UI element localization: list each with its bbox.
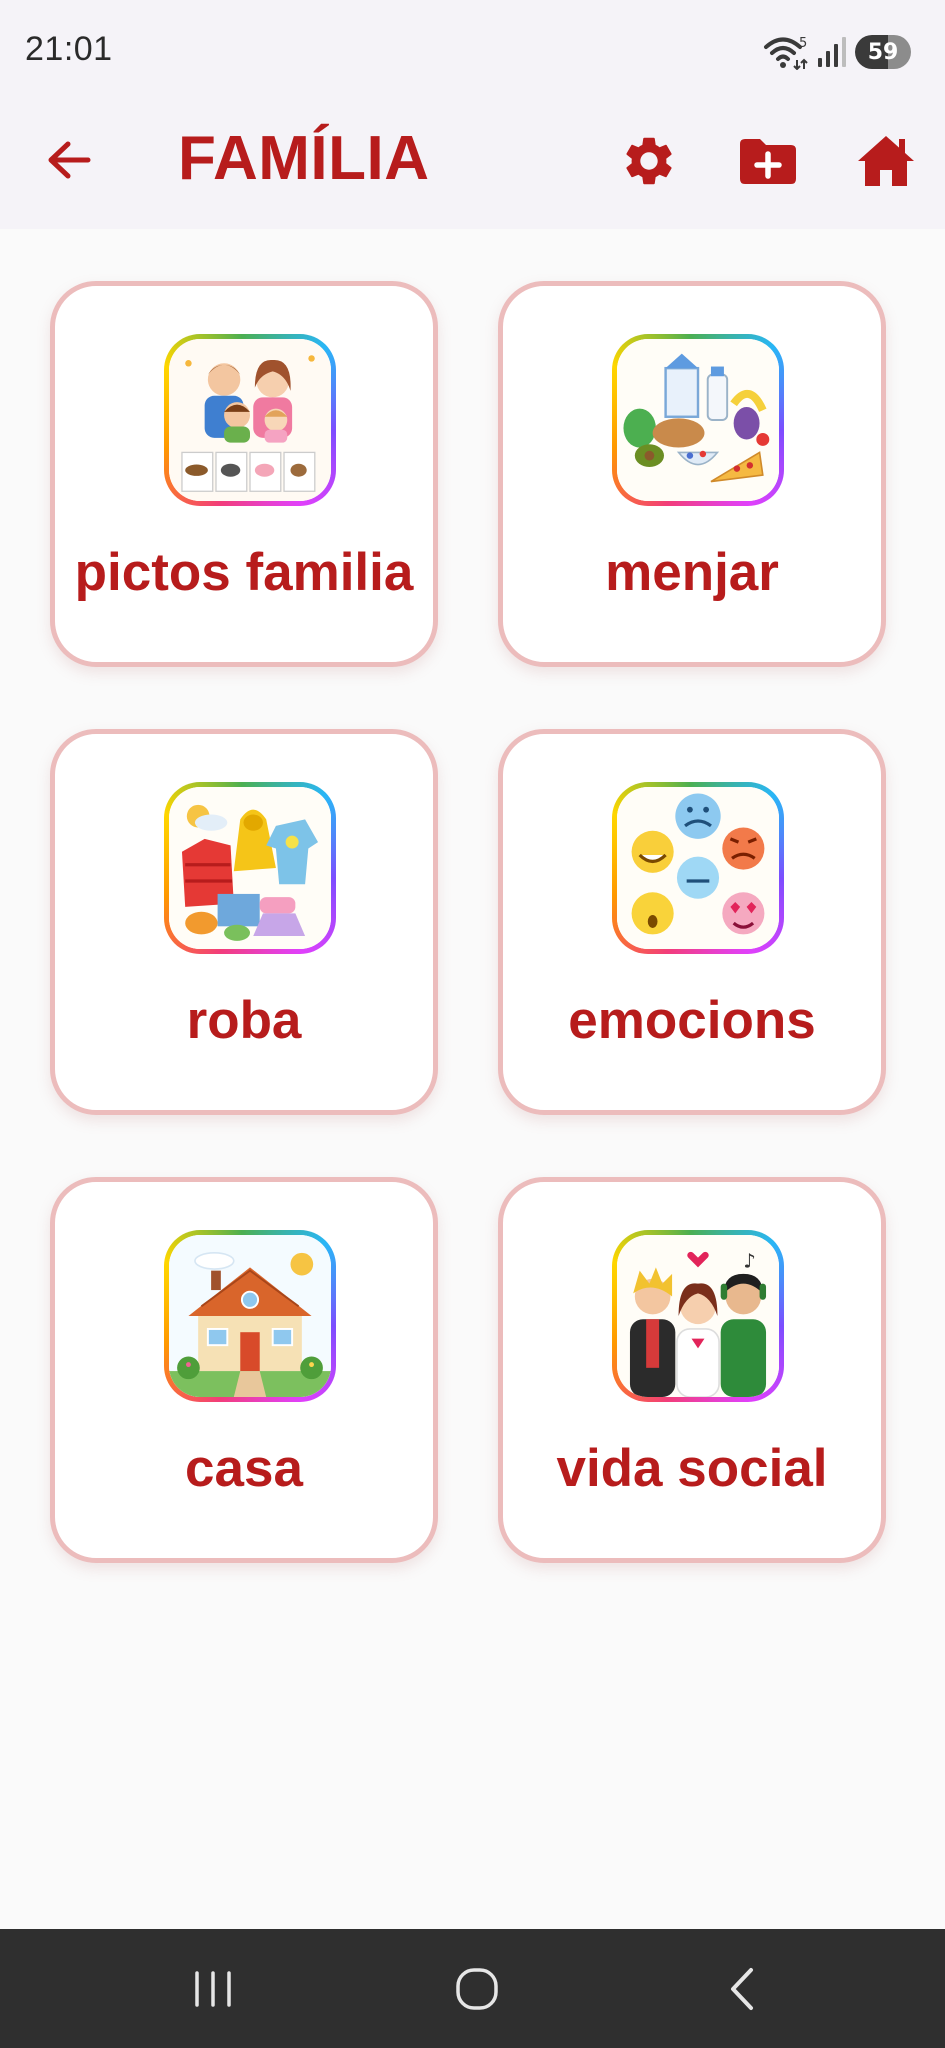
category-thumbnail xyxy=(612,334,784,506)
add-folder-button[interactable] xyxy=(733,126,803,196)
status-icons: 5 59 xyxy=(763,32,911,72)
category-card-menjar[interactable]: menjar xyxy=(498,281,886,667)
system-back-button[interactable] xyxy=(707,1959,777,2019)
system-home-button[interactable] xyxy=(442,1959,512,2019)
top-bar: 21:01 5 59 FAMÍLIA xyxy=(0,0,945,229)
category-label: menjar xyxy=(605,543,779,602)
back-button[interactable] xyxy=(34,128,104,192)
category-label: vida social xyxy=(556,1439,828,1498)
back-chevron-icon xyxy=(731,1968,753,2010)
clothes-picture xyxy=(169,787,331,949)
battery-icon: 59 xyxy=(855,35,911,69)
category-thumbnail xyxy=(164,782,336,954)
home-button[interactable] xyxy=(851,126,921,196)
home-icon xyxy=(858,136,914,186)
category-card-emocions[interactable]: emocions xyxy=(498,729,886,1115)
category-card-pictos-familia[interactable]: pictos familia xyxy=(50,281,438,667)
category-label: pictos familia xyxy=(74,543,414,602)
signal-icon xyxy=(817,36,847,68)
category-thumbnail: ♪ xyxy=(612,1230,784,1402)
family-picture xyxy=(169,339,331,501)
battery-percent: 59 xyxy=(867,39,899,65)
category-label: emocions xyxy=(568,991,816,1050)
category-card-casa[interactable]: casa xyxy=(50,1177,438,1563)
category-thumbnail xyxy=(164,334,336,506)
food-picture xyxy=(617,339,779,501)
back-arrow-icon xyxy=(48,141,91,179)
category-card-vida-social[interactable]: ♪ vida social xyxy=(498,1177,886,1563)
recents-button[interactable] xyxy=(178,1959,248,2019)
category-label: roba xyxy=(186,991,302,1050)
social-life-picture: ♪ xyxy=(617,1235,779,1397)
folder-plus-icon xyxy=(740,139,796,184)
status-time: 21:01 xyxy=(25,30,113,68)
wifi-badge: 5 xyxy=(799,36,807,51)
gear-icon xyxy=(626,137,672,185)
svg-text:♪: ♪ xyxy=(743,1249,755,1272)
recents-icon xyxy=(195,1971,231,2007)
settings-button[interactable] xyxy=(614,126,684,196)
house-picture xyxy=(169,1235,331,1397)
category-card-roba[interactable]: roba xyxy=(50,729,438,1115)
wifi-icon: 5 xyxy=(763,34,809,70)
category-thumbnail xyxy=(612,782,784,954)
category-thumbnail xyxy=(164,1230,336,1402)
page-title: FAMÍLIA xyxy=(178,124,430,193)
emotions-picture xyxy=(617,787,779,949)
home-circle-icon xyxy=(456,1968,498,2010)
system-nav-bar xyxy=(0,1929,945,2048)
category-label: casa xyxy=(185,1439,303,1498)
